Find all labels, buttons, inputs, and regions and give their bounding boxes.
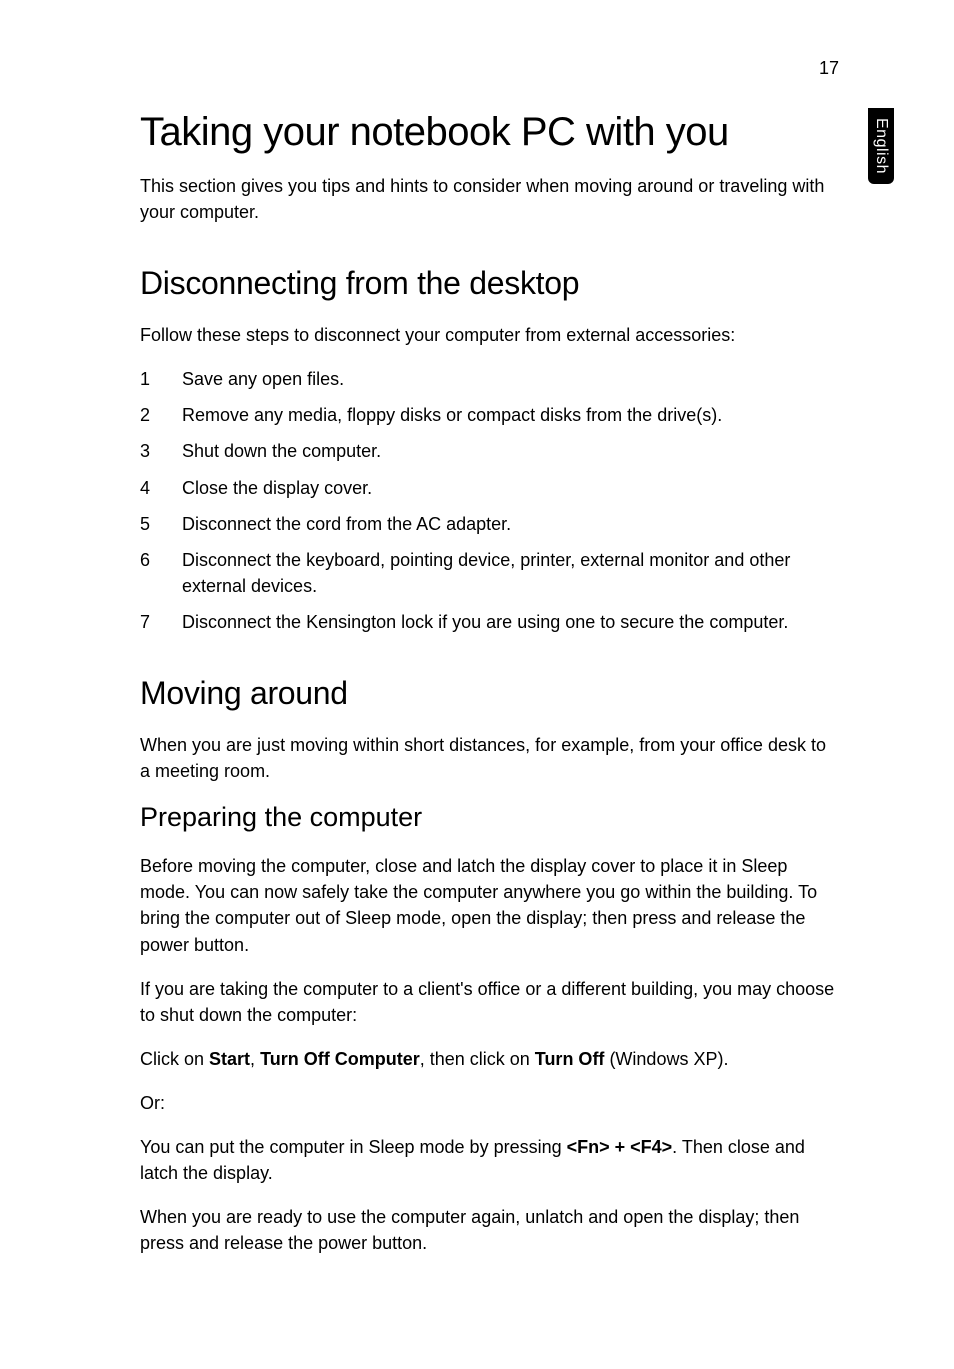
bold-text: Start [209,1049,250,1069]
body-text: Before moving the computer, close and la… [140,853,840,957]
page-content: Taking your notebook PC with you This se… [140,110,840,1274]
bold-text: Turn Off [535,1049,605,1069]
body-text: When you are ready to use the computer a… [140,1204,840,1256]
step-number: 1 [140,366,156,392]
text-fragment: (Windows XP). [604,1049,728,1069]
step-text: Disconnect the cord from the AC adapter. [182,511,840,537]
list-item: 4 Close the display cover. [140,475,840,501]
step-text: Save any open files. [182,366,840,392]
list-item: 3 Shut down the computer. [140,438,840,464]
list-item: 1 Save any open files. [140,366,840,392]
list-item: 5 Disconnect the cord from the AC adapter… [140,511,840,537]
step-number: 6 [140,547,156,599]
list-item: 2 Remove any media, floppy disks or compa… [140,402,840,428]
step-text: Disconnect the Kensington lock if you ar… [182,609,840,635]
step-number: 2 [140,402,156,428]
section-heading-moving: Moving around [140,675,840,712]
language-tab: English [868,108,894,184]
bold-text: Turn Off Computer [260,1049,420,1069]
text-fragment: , then click on [420,1049,535,1069]
text-fragment: , [250,1049,260,1069]
list-item: 6 Disconnect the keyboard, pointing devic… [140,547,840,599]
list-item: 7 Disconnect the Kensington lock if you a… [140,609,840,635]
page-number: 17 [819,58,839,79]
steps-list: 1 Save any open files. 2 Remove any media,… [140,366,840,635]
section-intro: Follow these steps to disconnect your co… [140,322,840,348]
page-title: Taking your notebook PC with you [140,110,840,155]
text-fragment: You can put the computer in Sleep mode b… [140,1137,567,1157]
body-text: Click on Start, Turn Off Computer, then … [140,1046,840,1072]
text-fragment: Click on [140,1049,209,1069]
step-number: 5 [140,511,156,537]
step-text: Disconnect the keyboard, pointing device… [182,547,840,599]
step-text: Close the display cover. [182,475,840,501]
step-number: 7 [140,609,156,635]
step-number: 3 [140,438,156,464]
subsection-heading-preparing: Preparing the computer [140,802,840,833]
step-text: Shut down the computer. [182,438,840,464]
section-heading-disconnecting: Disconnecting from the desktop [140,265,840,302]
intro-text: This section gives you tips and hints to… [140,173,840,225]
section-intro: When you are just moving within short di… [140,732,840,784]
bold-text: <Fn> + <F4> [567,1137,673,1157]
body-text: If you are taking the computer to a clie… [140,976,840,1028]
step-text: Remove any media, floppy disks or compac… [182,402,840,428]
step-number: 4 [140,475,156,501]
body-text: Or: [140,1090,840,1116]
body-text: You can put the computer in Sleep mode b… [140,1134,840,1186]
